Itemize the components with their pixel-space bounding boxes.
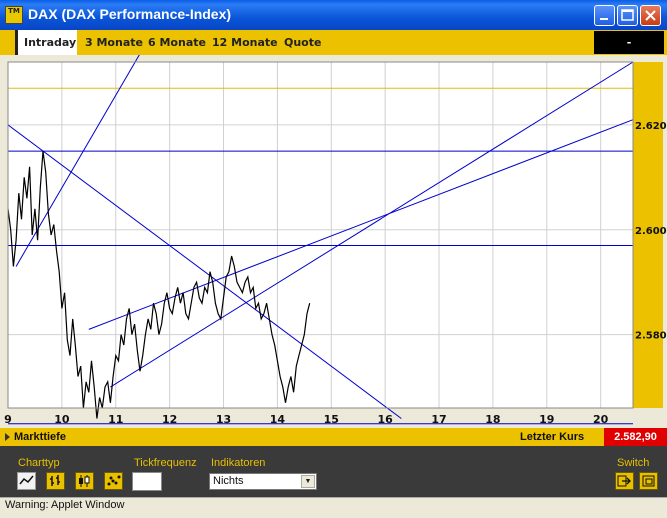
y-tick-label: 2.600 xyxy=(635,226,667,237)
line-chart-icon xyxy=(19,475,34,485)
dropdown-arrow-icon[interactable]: ▼ xyxy=(301,475,315,488)
markttiefe-arrow-icon[interactable] xyxy=(5,433,10,441)
x-tick-label: 9 xyxy=(4,413,12,426)
minimize-icon xyxy=(600,18,608,20)
indikatoren-selected-value: Nichts xyxy=(213,475,244,487)
maximize-icon xyxy=(621,9,634,21)
charttyp-ohlc-button[interactable] xyxy=(46,472,65,490)
comdirect-logo: -comdirect) xyxy=(594,31,664,72)
x-tick-label: 15 xyxy=(324,413,339,426)
tab-12-monate[interactable]: 12 Monate xyxy=(212,30,278,55)
tab-3-monate[interactable]: 3 Monate xyxy=(85,30,143,55)
dot-chart-icon xyxy=(107,475,121,486)
export-icon xyxy=(617,475,631,487)
price-chart[interactable]: 9 10 11 12 13 14 15 16 17 18 19 20 2.620 2.600 2.580 xyxy=(0,55,667,428)
applet-window: TM DAX (DAX Performance-Index) Intraday … xyxy=(0,0,667,518)
controls-panel xyxy=(0,446,667,497)
indikatoren-select[interactable]: Nichts ▼ xyxy=(209,473,317,490)
x-tick-label: 14 xyxy=(270,413,286,426)
x-tick-label: 13 xyxy=(216,413,231,426)
y-tick-label: 2.620 xyxy=(635,121,667,132)
x-tick-label: 17 xyxy=(431,413,446,426)
close-button[interactable] xyxy=(640,5,661,26)
title-bar[interactable]: TM DAX (DAX Performance-Index) xyxy=(0,0,667,30)
x-tick-label: 11 xyxy=(108,413,123,426)
x-tick-label: 20 xyxy=(593,413,609,426)
ohlc-chart-icon xyxy=(50,475,60,486)
indikatoren-label: Indikatoren xyxy=(211,457,266,469)
letzter-kurs-label: Letzter Kurs xyxy=(520,431,585,443)
switch-export-button[interactable] xyxy=(615,472,634,490)
x-tick-label: 16 xyxy=(377,413,393,426)
tab-quote[interactable]: Quote xyxy=(284,30,321,55)
x-tick-label: 10 xyxy=(54,413,70,426)
switch-window-button[interactable] xyxy=(639,472,658,490)
charttyp-line-button[interactable] xyxy=(17,472,36,490)
app-icon-text: TM xyxy=(8,7,20,15)
x-tick-label: 12 xyxy=(162,413,177,426)
charttyp-label: Charttyp xyxy=(18,457,60,469)
maximize-button[interactable] xyxy=(617,5,638,26)
tickfrequenz-input[interactable] xyxy=(132,472,162,491)
candlestick-chart-icon xyxy=(79,475,90,487)
plot-background xyxy=(8,62,633,408)
charttyp-dots-button[interactable] xyxy=(104,472,123,490)
switch-label: Switch xyxy=(617,457,650,469)
tickfrequenz-label: Tickfrequenz xyxy=(134,457,197,469)
minimize-button[interactable] xyxy=(594,5,615,26)
y-tick-label: 2.580 xyxy=(635,331,667,342)
tab-intraday[interactable]: Intraday xyxy=(15,30,77,55)
tab-6-monate[interactable]: 6 Monate xyxy=(148,30,206,55)
window-icon xyxy=(642,475,655,487)
close-icon xyxy=(645,10,656,21)
window-title: DAX (DAX Performance-Index) xyxy=(28,6,232,22)
letzter-kurs-value: 2.582,90 xyxy=(604,428,667,446)
applet-warning: Warning: Applet Window xyxy=(5,499,125,511)
app-icon: TM xyxy=(5,6,23,24)
x-tick-label: 18 xyxy=(485,413,500,426)
markttiefe-toggle[interactable]: Markttiefe xyxy=(14,428,66,446)
x-tick-label: 19 xyxy=(539,413,554,426)
charttyp-candle-button[interactable] xyxy=(75,472,94,490)
